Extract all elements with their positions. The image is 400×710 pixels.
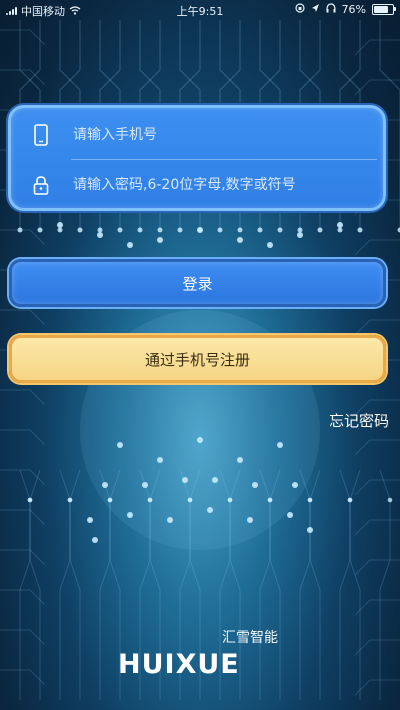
forgot-password-link[interactable]: 忘记密码 xyxy=(329,410,389,431)
password-input[interactable] xyxy=(71,176,365,194)
login-button-label: 登录 xyxy=(182,274,213,293)
lock-icon xyxy=(11,175,71,195)
phone-input[interactable] xyxy=(71,126,365,144)
headphones-icon xyxy=(325,3,336,16)
register-button-label: 通过手机号注册 xyxy=(144,350,250,369)
battery-percent: 76% xyxy=(341,3,366,16)
status-bar: 中国移动 上午9:51 76% xyxy=(0,0,400,20)
orientation-lock-icon xyxy=(294,3,305,16)
login-button[interactable]: 登录 xyxy=(9,259,386,307)
password-field-row xyxy=(11,160,383,210)
battery-icon xyxy=(372,4,396,15)
register-by-phone-button[interactable]: 通过手机号注册 xyxy=(9,335,386,383)
brand-name-en: HUIXUE xyxy=(118,649,240,680)
location-icon xyxy=(311,3,320,16)
phone-icon xyxy=(11,124,71,146)
brand-name-cn: 汇雪智能 xyxy=(222,630,278,646)
phone-field-row xyxy=(11,110,383,160)
login-form-card xyxy=(8,105,386,211)
